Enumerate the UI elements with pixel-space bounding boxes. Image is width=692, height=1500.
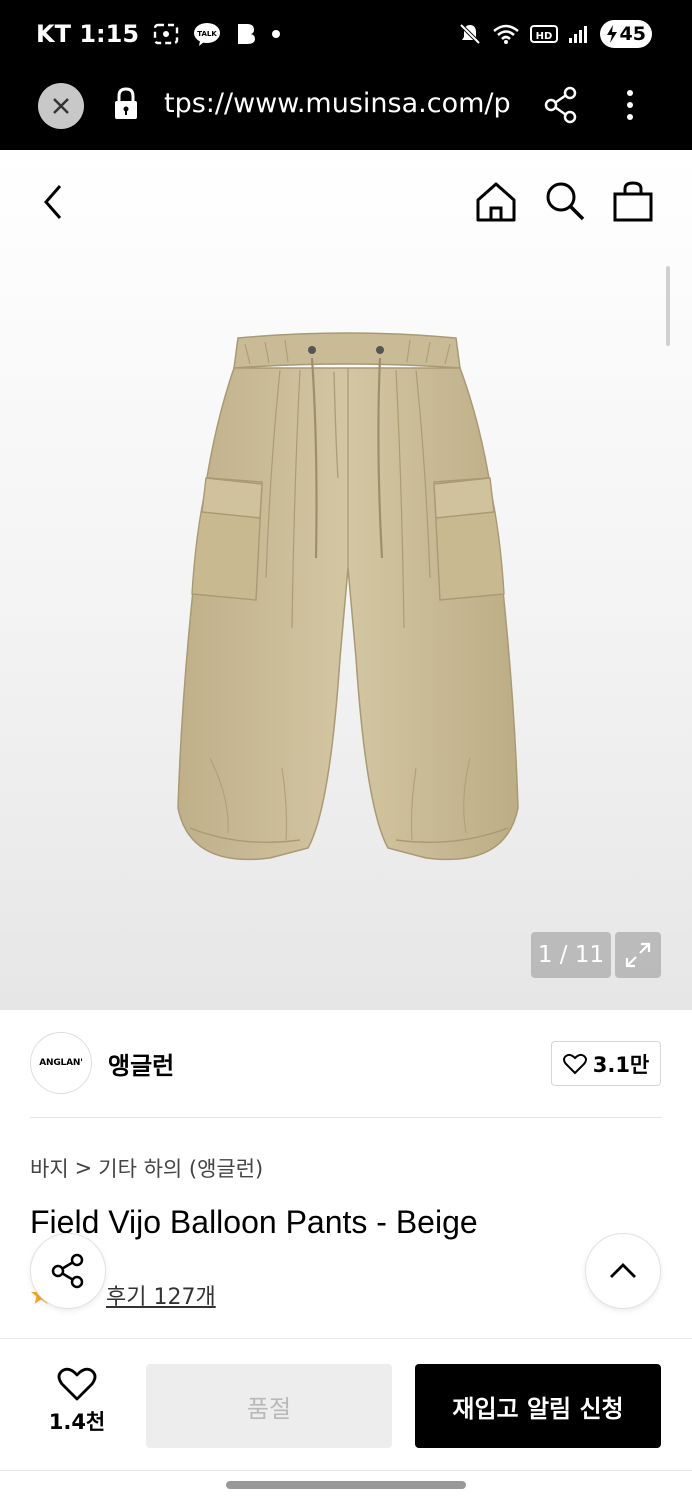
cart-button[interactable] xyxy=(612,180,654,226)
wishlist-count: 1.4천 xyxy=(48,1410,106,1434)
share-icon xyxy=(544,86,577,124)
breadcrumb-item-pants[interactable]: 바지 xyxy=(30,1153,69,1183)
chevron-up-icon xyxy=(610,1263,636,1278)
dot-icon xyxy=(271,29,281,39)
expand-image-button[interactable] xyxy=(615,932,661,978)
bag-icon xyxy=(613,181,653,222)
brand-name[interactable]: 앵글런 xyxy=(108,1046,174,1081)
product-title: Field Vijo Balloon Pants - Beige xyxy=(30,1204,478,1240)
scroll-thumb[interactable] xyxy=(666,266,670,346)
mute-icon xyxy=(458,22,482,46)
brand-logo-text: ANGLAN' xyxy=(39,1058,83,1068)
review-count-link[interactable]: 후기 127개 xyxy=(106,1279,216,1311)
screenshot-icon xyxy=(153,23,179,45)
wishlist-button[interactable]: 1.4천 xyxy=(30,1366,124,1436)
expand-icon xyxy=(625,942,651,968)
product-photo xyxy=(177,332,519,861)
browser-menu-button[interactable] xyxy=(618,88,642,128)
sold-out-button: 품절 xyxy=(146,1364,392,1448)
heart-icon xyxy=(562,1053,587,1074)
talk-icon: TALK xyxy=(193,22,221,46)
browser-share-button[interactable] xyxy=(543,86,579,128)
browser-toolbar: tps://www.musinsa.com/p xyxy=(0,72,692,150)
bottom-bar-divider xyxy=(0,1338,692,1339)
screen: KT 1:15 TALK HD 45 tps://www.musinsa.com… xyxy=(0,0,692,1500)
home-indicator[interactable] xyxy=(226,1481,466,1489)
home-button[interactable] xyxy=(474,180,518,228)
image-counter: 1 / 11 xyxy=(531,932,611,978)
carrier-time: KT 1:15 xyxy=(36,20,140,48)
battery-indicator: 45 xyxy=(599,20,652,48)
restock-alert-button[interactable]: 재입고 알림 신청 xyxy=(415,1364,661,1448)
kebab-icon xyxy=(627,90,633,120)
url-field[interactable]: tps://www.musinsa.com/p xyxy=(164,88,516,119)
wifi-icon xyxy=(492,23,520,45)
brand-like-count: 3.1만 xyxy=(592,1052,650,1077)
floating-share-button[interactable] xyxy=(30,1233,106,1309)
heart-icon xyxy=(57,1367,97,1401)
svg-text:HD: HD xyxy=(535,31,552,42)
b-app-icon xyxy=(235,22,257,46)
hd-icon: HD xyxy=(529,24,558,44)
brand-like-button[interactable]: 3.1만 xyxy=(551,1041,661,1086)
scroll-to-top-button[interactable] xyxy=(585,1233,661,1309)
status-bar: KT 1:15 TALK HD 45 xyxy=(0,0,692,72)
status-left: KT 1:15 TALK xyxy=(36,20,281,48)
back-button[interactable] xyxy=(36,180,72,228)
home-icon xyxy=(476,182,516,222)
back-icon xyxy=(44,185,62,219)
battery-level: 45 xyxy=(619,23,646,45)
breadcrumb: 바지 > 기타 하의 (앵글런) xyxy=(30,1153,263,1183)
lock-icon[interactable] xyxy=(112,86,140,126)
divider xyxy=(30,1117,662,1118)
breadcrumb-item-other-bottoms[interactable]: 기타 하의 (앵글런) xyxy=(98,1153,263,1183)
charging-icon xyxy=(606,25,617,43)
breadcrumb-separator: > xyxy=(74,1156,93,1180)
svg-text:TALK: TALK xyxy=(197,30,217,38)
status-right: HD 45 xyxy=(458,20,652,48)
share-icon xyxy=(51,1253,84,1289)
brand-logo[interactable]: ANGLAN' xyxy=(30,1032,92,1094)
search-button[interactable] xyxy=(544,180,586,226)
close-icon xyxy=(53,98,69,114)
close-tab-button[interactable] xyxy=(38,83,84,129)
signal-icon xyxy=(568,24,590,44)
search-icon xyxy=(546,182,585,221)
product-image-gallery[interactable]: 1 / 11 xyxy=(0,150,692,1010)
